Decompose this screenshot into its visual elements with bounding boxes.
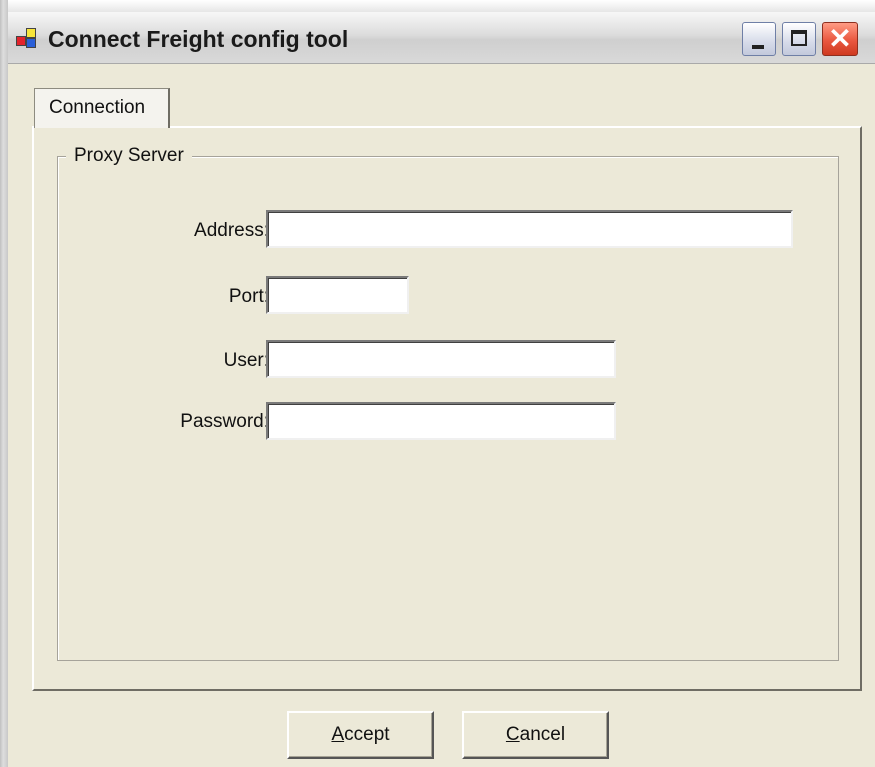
user-input[interactable] bbox=[266, 340, 616, 378]
tab-connection-label: Connection bbox=[49, 97, 146, 118]
port-input[interactable] bbox=[266, 276, 409, 314]
port-label: Port: bbox=[228, 286, 269, 307]
app-icon-red-square bbox=[16, 36, 26, 46]
cancel-mnemonic: C bbox=[505, 724, 520, 745]
maximize-button[interactable] bbox=[782, 22, 816, 56]
address-input[interactable] bbox=[266, 210, 793, 248]
app-icon-yellow-square bbox=[26, 28, 36, 38]
tab-connection[interactable]: Connection bbox=[34, 88, 170, 128]
tab-panel-connection: Proxy Server Address: Port: User: Passwo… bbox=[32, 126, 862, 691]
proxy-server-groupbox: Proxy Server Address: Port: User: Passwo… bbox=[57, 145, 839, 661]
maximize-icon bbox=[791, 30, 807, 46]
password-input[interactable] bbox=[266, 402, 616, 440]
minimize-button[interactable] bbox=[742, 22, 776, 56]
window-frame-top bbox=[0, 0, 875, 12]
cancel-label-rest: ancel bbox=[519, 724, 566, 745]
user-label: User: bbox=[223, 350, 269, 371]
minimize-icon bbox=[752, 45, 764, 49]
window-title: Connect Freight config tool bbox=[48, 26, 349, 52]
address-label: Address: bbox=[194, 220, 269, 241]
close-icon: ✕ bbox=[828, 23, 852, 54]
title-bar[interactable]: Connect Freight config tool ✕ bbox=[8, 12, 875, 64]
accept-button[interactable]: Accept bbox=[287, 711, 434, 759]
accept-mnemonic: A bbox=[331, 724, 345, 745]
window-frame-left bbox=[0, 0, 8, 767]
app-icon-blue-square bbox=[26, 38, 36, 48]
accept-label-rest: ccept bbox=[344, 724, 390, 745]
app-icon bbox=[16, 28, 40, 52]
cancel-button[interactable]: Cancel bbox=[462, 711, 609, 759]
password-label: Password: bbox=[180, 411, 269, 432]
config-window: Connect Freight config tool ✕ Connection… bbox=[0, 0, 875, 767]
proxy-server-legend: Proxy Server bbox=[66, 145, 192, 167]
close-button[interactable]: ✕ bbox=[822, 22, 858, 56]
